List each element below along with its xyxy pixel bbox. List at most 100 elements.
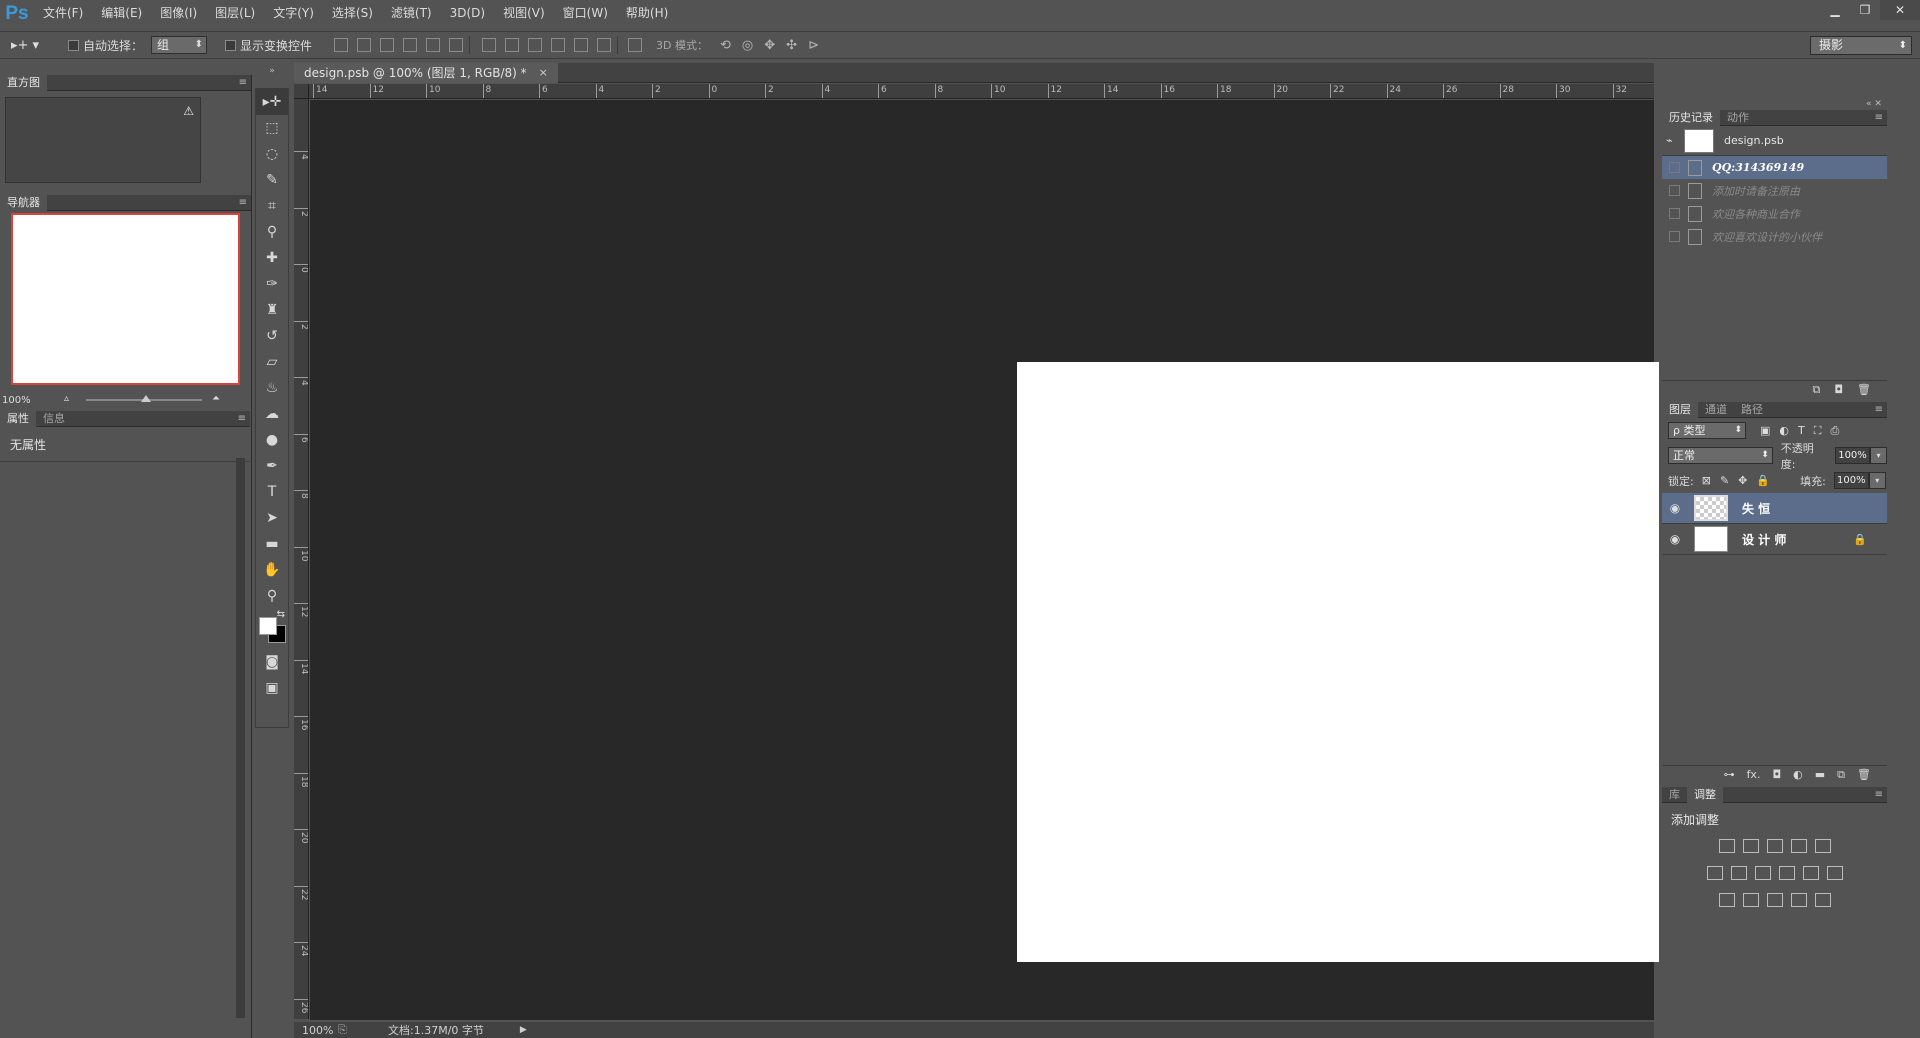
hand-tool[interactable]: ✋ (256, 557, 288, 583)
distribute-hcenter-icon[interactable] (574, 38, 589, 52)
add-mask-icon[interactable]: ◘ (1772, 768, 1781, 781)
blend-mode-dropdown[interactable]: 正常 (1668, 447, 1773, 464)
menu-view[interactable]: 视图(V) (494, 0, 554, 27)
properties-scrollbar[interactable] (236, 458, 245, 1018)
status-zoom[interactable]: 100% (294, 1024, 338, 1037)
toolbox-collapse[interactable]: » (255, 66, 289, 80)
align-left-icon[interactable] (403, 38, 418, 52)
panel-collapse-icon[interactable]: « ✕ (1866, 99, 1882, 109)
stamp-tool[interactable]: ♜ (256, 297, 288, 323)
lock-transparent-icon[interactable]: ⊠ (1702, 474, 1711, 487)
shape-filter-icon[interactable]: ⛶ (1814, 424, 1822, 438)
panel-menu-icon[interactable]: ≡ (1875, 787, 1883, 803)
tab-libraries[interactable]: 库 (1662, 787, 1687, 803)
vibrance-icon[interactable] (1814, 838, 1831, 853)
smart-object-filter-icon[interactable]: ⎙ (1830, 424, 1839, 438)
panel-menu-icon[interactable]: ≡ (1875, 110, 1883, 126)
history-state[interactable]: 添加时请备注原由 (1662, 179, 1887, 202)
history-state[interactable]: QQ:314369149 (1662, 156, 1887, 179)
align-top-icon[interactable] (334, 38, 349, 52)
brightness-icon[interactable] (1718, 838, 1735, 853)
type-tool[interactable]: T (256, 479, 288, 505)
warning-icon[interactable]: ⚠ (183, 104, 194, 118)
distribute-right-icon[interactable] (597, 38, 612, 52)
screen-mode-icon[interactable]: ▣ (256, 675, 288, 701)
tab-info[interactable]: 信息 (36, 411, 72, 427)
layer-row[interactable]: ◉ 设 计 师 🔒 (1662, 524, 1887, 555)
threshold-icon[interactable] (1766, 892, 1783, 907)
layer-name[interactable]: 设 计 师 (1742, 531, 1786, 548)
menu-3d[interactable]: 3D(D) (441, 0, 494, 27)
healing-tool[interactable]: ✚ (256, 245, 288, 271)
visibility-eye-icon[interactable]: ◉ (1662, 532, 1688, 546)
panel-menu-icon[interactable]: ≡ (238, 411, 246, 427)
layer-name[interactable]: 失 恒 (1742, 500, 1770, 517)
layer-style-icon[interactable]: fx. (1747, 768, 1761, 781)
pixel-filter-icon[interactable]: ▣ (1760, 424, 1770, 438)
auto-select-option[interactable]: 自动选择： (68, 37, 143, 54)
layer-row[interactable]: ◉ 失 恒 (1662, 493, 1887, 524)
history-snapshot[interactable]: ⌁ design.psb (1662, 126, 1887, 156)
align-hcenter-icon[interactable] (426, 38, 441, 52)
minimize-button[interactable]: ▁ (1820, 0, 1850, 20)
photo-filter-icon[interactable] (1778, 865, 1795, 880)
menu-help[interactable]: 帮助(H) (617, 0, 677, 27)
eraser-tool[interactable]: ▱ (256, 349, 288, 375)
close-button[interactable]: ✕ (1880, 0, 1920, 20)
show-transform-checkbox[interactable] (225, 39, 237, 51)
lock-all-icon[interactable]: 🔒 (1756, 474, 1770, 487)
align-right-icon[interactable] (449, 38, 464, 52)
3d-scale-icon[interactable]: ⊳ (808, 38, 819, 53)
history-state[interactable]: 欢迎喜欢设计的小伙伴 (1662, 225, 1887, 248)
zoom-slider-handle[interactable] (141, 395, 151, 402)
status-menu-arrow[interactable]: ▶ (520, 1025, 527, 1035)
history-state[interactable]: 欢迎各种商业合作 (1662, 202, 1887, 225)
swap-colors-icon[interactable]: ⇆ (277, 609, 285, 620)
lock-position-icon[interactable]: ✥ (1738, 474, 1747, 487)
tab-histogram[interactable]: 直方图 (0, 74, 47, 91)
close-tab-icon[interactable]: × (539, 63, 548, 83)
history-checkbox[interactable] (1669, 162, 1680, 173)
workspace-dropdown[interactable]: 摄影 (1810, 36, 1912, 55)
new-document-from-state-icon[interactable]: ⧉ (1812, 383, 1820, 397)
fill-dropdown-icon[interactable]: ▾ (1868, 472, 1886, 489)
panel-menu-icon[interactable]: ≡ (239, 75, 247, 91)
link-layers-icon[interactable]: ⊶ (1724, 768, 1735, 781)
history-checkbox[interactable] (1669, 231, 1680, 242)
layer-filter-kind[interactable]: ρ 类型 (1668, 422, 1746, 439)
menu-file[interactable]: 文件(F) (34, 0, 92, 27)
zoom-tool[interactable]: ⚲ (256, 583, 288, 609)
rectangle-tool[interactable]: ▬ (256, 531, 288, 557)
show-transform-option[interactable]: 显示变换控件 (225, 37, 312, 54)
3d-rotate-icon[interactable]: ⟲ (720, 38, 731, 53)
lock-pixels-icon[interactable]: ✎ (1720, 474, 1729, 487)
3d-slide-icon[interactable]: ✣ (786, 38, 797, 53)
delete-layer-icon[interactable]: 🗑 (1857, 768, 1871, 781)
menu-image[interactable]: 图像(I) (151, 0, 206, 27)
navigator-zoom-value[interactable]: 100% (0, 395, 31, 406)
crop-tool[interactable]: ⌗ (256, 193, 288, 219)
quick-mask-icon[interactable]: ◙ (256, 649, 288, 675)
opacity-dropdown-icon[interactable]: ▾ (1870, 447, 1887, 464)
black-white-icon[interactable] (1754, 865, 1771, 880)
zoom-slider[interactable] (86, 395, 202, 402)
tab-actions[interactable]: 动作 (1720, 110, 1756, 126)
hue-saturation-icon[interactable] (1706, 865, 1723, 880)
new-adjustment-icon[interactable]: ◐ (1793, 768, 1803, 781)
new-snapshot-icon[interactable]: ◘ (1834, 383, 1843, 396)
type-filter-icon[interactable]: T (1798, 424, 1805, 438)
blur-tool[interactable]: ☁ (256, 401, 288, 427)
navigator-preview[interactable] (11, 213, 240, 385)
menu-select[interactable]: 选择(S) (323, 0, 382, 27)
marquee-tool[interactable]: ⬚ (256, 115, 288, 141)
auto-select-dropdown[interactable]: 组 (151, 36, 208, 54)
move-tool[interactable]: ▸✛ (256, 89, 288, 115)
visibility-eye-icon[interactable]: ◉ (1662, 501, 1688, 515)
zoom-in-icon[interactable]: ⏶ (212, 393, 220, 404)
document-tab[interactable]: design.psb @ 100% (图层 1, RGB/8) * × (294, 63, 558, 83)
tab-channels[interactable]: 通道 (1698, 402, 1734, 418)
zoom-out-icon[interactable]: ▵ (64, 393, 69, 404)
selective-color-icon[interactable] (1790, 892, 1807, 907)
quick-select-tool[interactable]: ✎ (256, 167, 288, 193)
foreground-color[interactable] (259, 617, 277, 635)
